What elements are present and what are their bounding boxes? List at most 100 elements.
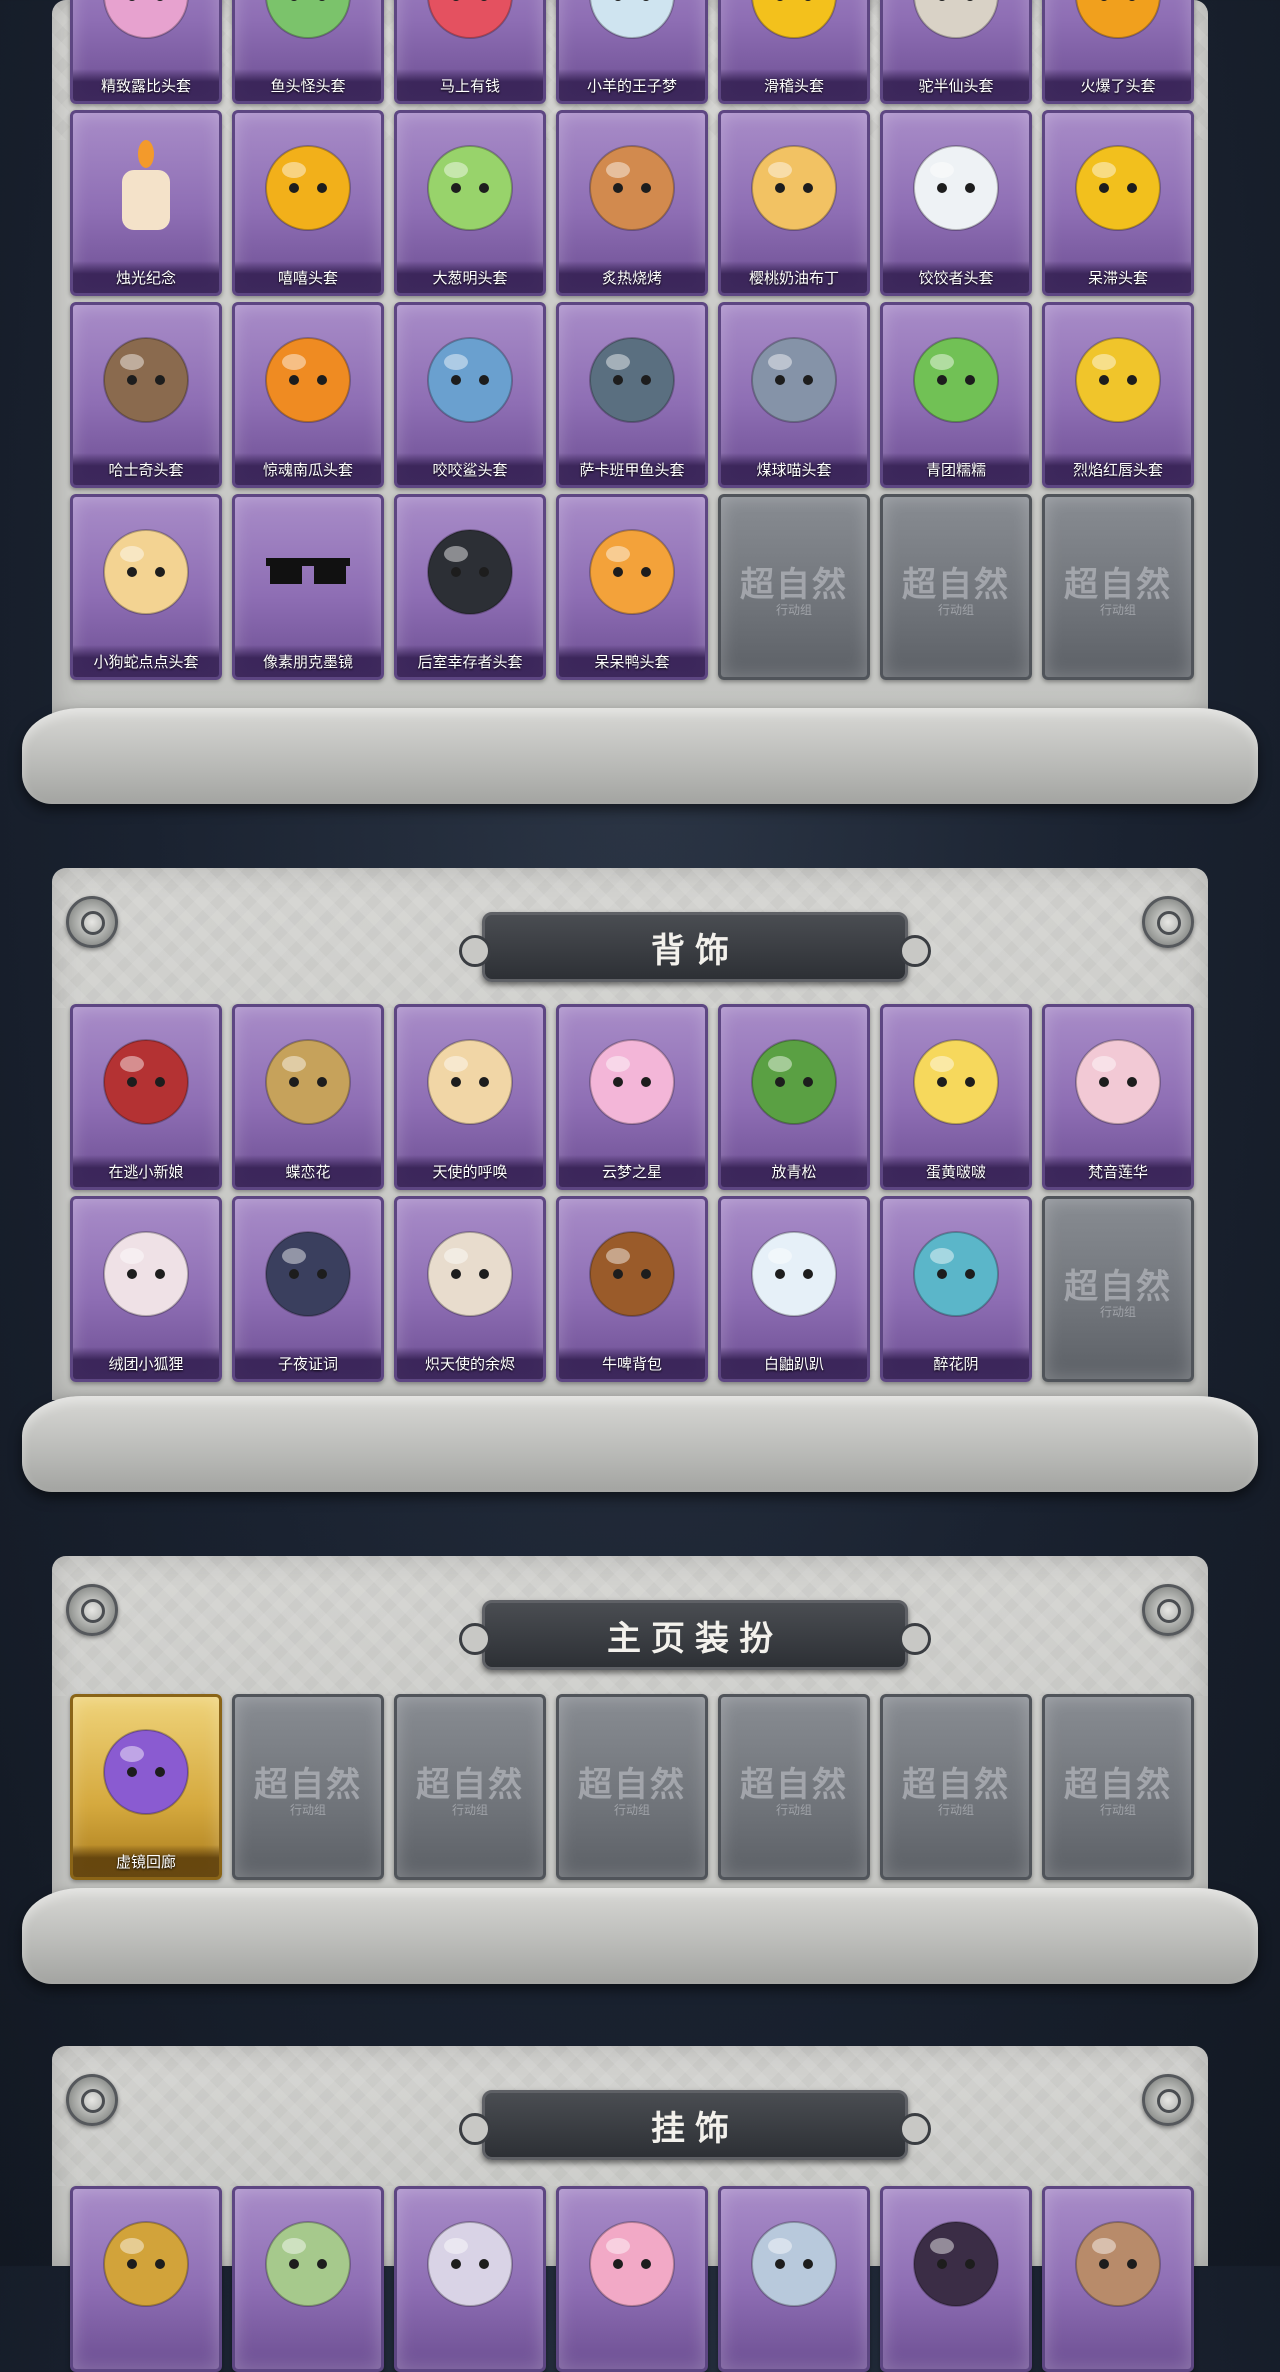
hanging-item-card[interactable] <box>394 2186 546 2372</box>
headwear-item-card[interactable]: 樱桃奶油布丁 <box>718 110 870 296</box>
headwear-item-card[interactable]: 惊魂南瓜头套 <box>232 302 384 488</box>
watermark-subtitle: 行动组 <box>1099 603 1136 617</box>
item-art-icon <box>258 129 358 241</box>
back-item-card[interactable]: 云梦之星 <box>556 1004 708 1190</box>
watermark-logo: 超自然 <box>578 1765 686 1805</box>
section-title-homepage: 主页装扮 <box>459 1600 931 1670</box>
crest-icon <box>66 896 118 948</box>
headwear-item-card[interactable]: 咬咬鲨头套 <box>394 302 546 488</box>
headwear-item-card[interactable]: 嘻嘻头套 <box>232 110 384 296</box>
watermark-logo: 超自然 <box>902 1765 1010 1805</box>
headwear-item-card[interactable]: 后室幸存者头套 <box>394 494 546 680</box>
watermark-logo: 超自然 <box>1064 1765 1172 1805</box>
homepage-panel: 主页装扮 虚镜回廊 超自然 行动组 超自然 行动组 超自然 行动组 超自然 行动组 超自然 行动组超… <box>52 1556 1208 1918</box>
hanging-item-card[interactable] <box>232 2186 384 2372</box>
watermark-logo: 超自然 <box>254 1765 362 1805</box>
headwear-item-card[interactable]: 萨卡班甲鱼头套 <box>556 302 708 488</box>
headwear-item-card[interactable]: 炙热烧烤 <box>556 110 708 296</box>
hanging-item-card[interactable] <box>70 2186 222 2372</box>
back-panel: 背饰 在逃小新娘 蝶恋花 天使的呼唤 云梦之星 放青松 蛋黄啵啵 梵音莲华 绒团小狐狸 子夜证词… <box>52 868 1208 1400</box>
back-item-card[interactable]: 在逃小新娘 <box>70 1004 222 1190</box>
item-art-icon <box>582 2205 682 2317</box>
item-art-icon <box>96 2205 196 2317</box>
crest-icon <box>66 1584 118 1636</box>
headwear-item-card[interactable]: 小羊的王子梦 <box>556 0 708 104</box>
back-item-card[interactable]: 白鼬趴趴 <box>718 1196 870 1382</box>
headwear-empty-slot: 超自然 行动组 <box>880 494 1032 680</box>
back-item-card[interactable]: 绒团小狐狸 <box>70 1196 222 1382</box>
headwear-item-card[interactable]: 火爆了头套 <box>1042 0 1194 104</box>
item-art-icon <box>96 0 196 49</box>
headwear-item-card[interactable]: 呆呆鸭头套 <box>556 494 708 680</box>
item-name-label: 火爆了头套 <box>1045 69 1191 101</box>
item-name-label: 绒团小狐狸 <box>73 1347 219 1379</box>
item-name-label: 萨卡班甲鱼头套 <box>559 453 705 485</box>
headwear-item-card[interactable]: 烛光纪念 <box>70 110 222 296</box>
item-name-label: 呆呆鸭头套 <box>559 645 705 677</box>
headwear-item-card[interactable]: 呆滞头套 <box>1042 110 1194 296</box>
item-art-icon <box>906 129 1006 241</box>
item-name-label: 鱼头怪头套 <box>235 69 381 101</box>
item-name-label: 白鼬趴趴 <box>721 1347 867 1379</box>
item-name-label: 梵音莲华 <box>1045 1155 1191 1187</box>
back-item-card[interactable]: 牛啤背包 <box>556 1196 708 1382</box>
item-name-label: 马上有钱 <box>397 69 543 101</box>
hanging-item-card[interactable] <box>718 2186 870 2372</box>
item-name-label: 虚镜回廊 <box>73 1845 219 1877</box>
headwear-item-card[interactable]: 鱼头怪头套 <box>232 0 384 104</box>
watermark-subtitle: 行动组 <box>1099 1305 1136 1319</box>
item-art-icon <box>906 1023 1006 1135</box>
headwear-item-card[interactable]: 哈士奇头套 <box>70 302 222 488</box>
watermark-subtitle: 行动组 <box>613 1803 650 1817</box>
item-name-label: 樱桃奶油布丁 <box>721 261 867 293</box>
back-item-card[interactable]: 子夜证词 <box>232 1196 384 1382</box>
back-item-card[interactable]: 醉花阴 <box>880 1196 1032 1382</box>
watermark-logo: 超自然 <box>740 565 848 605</box>
headwear-item-card[interactable]: 像素朋克墨镜 <box>232 494 384 680</box>
item-art-icon <box>258 1023 358 1135</box>
headwear-panel: 精致露比头套 鱼头怪头套 马上有钱 小羊的王子梦 滑稽头套 驼半仙头套 火爆了头套烛光纪念嘻… <box>52 0 1208 720</box>
item-art-icon <box>906 0 1006 49</box>
item-art-icon <box>258 2205 358 2317</box>
back-item-card[interactable]: 蛋黄啵啵 <box>880 1004 1032 1190</box>
item-art-icon <box>420 2205 520 2317</box>
headwear-item-card[interactable]: 驼半仙头套 <box>880 0 1032 104</box>
item-name-label: 在逃小新娘 <box>73 1155 219 1187</box>
watermark-logo: 超自然 <box>740 1765 848 1805</box>
item-art-icon <box>258 0 358 49</box>
item-art-icon <box>258 321 358 433</box>
crest-icon <box>1142 2074 1194 2126</box>
back-item-card[interactable]: 炽天使的余烬 <box>394 1196 546 1382</box>
headwear-item-card[interactable]: 烈焰红唇头套 <box>1042 302 1194 488</box>
item-name-label: 烛光纪念 <box>73 261 219 293</box>
headwear-item-card[interactable]: 饺饺者头套 <box>880 110 1032 296</box>
headwear-item-card[interactable]: 青团糯糯 <box>880 302 1032 488</box>
item-name-label: 滑稽头套 <box>721 69 867 101</box>
headwear-item-card[interactable]: 小狗蛇点点头套 <box>70 494 222 680</box>
back-item-card[interactable]: 梵音莲华 <box>1042 1004 1194 1190</box>
item-name-label: 大葱明头套 <box>397 261 543 293</box>
item-art-icon <box>744 0 844 49</box>
back-item-card[interactable]: 放青松 <box>718 1004 870 1190</box>
item-name-label: 天使的呼唤 <box>397 1155 543 1187</box>
headwear-item-card[interactable]: 煤球喵头套 <box>718 302 870 488</box>
item-art-icon <box>1068 0 1168 49</box>
item-name-label: 炽天使的余烬 <box>397 1347 543 1379</box>
hanging-item-card[interactable] <box>1042 2186 1194 2372</box>
headwear-item-card[interactable]: 大葱明头套 <box>394 110 546 296</box>
watermark-logo: 超自然 <box>416 1765 524 1805</box>
homepage-empty-slot: 超自然 行动组 <box>556 1694 708 1880</box>
back-item-card[interactable]: 天使的呼唤 <box>394 1004 546 1190</box>
hanging-item-card[interactable] <box>556 2186 708 2372</box>
headwear-item-card[interactable]: 滑稽头套 <box>718 0 870 104</box>
item-art-icon <box>96 513 196 625</box>
crest-icon <box>1142 896 1194 948</box>
homepage-item-card[interactable]: 虚镜回廊 <box>70 1694 222 1880</box>
headwear-item-card[interactable]: 精致露比头套 <box>70 0 222 104</box>
hanging-item-card[interactable] <box>880 2186 1032 2372</box>
item-art-icon <box>96 1713 196 1825</box>
item-art-icon <box>420 1023 520 1135</box>
headwear-item-card[interactable]: 马上有钱 <box>394 0 546 104</box>
back-item-card[interactable]: 蝶恋花 <box>232 1004 384 1190</box>
homepage-empty-slot: 超自然 行动组 <box>1042 1694 1194 1880</box>
